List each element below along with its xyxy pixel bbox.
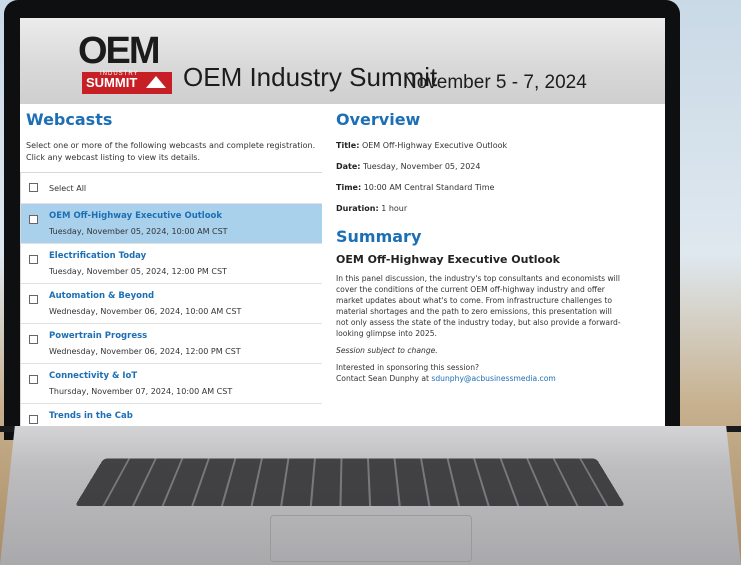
sponsor-email-link[interactable]: sdunphy@acbusinessmedia.com bbox=[431, 374, 555, 383]
webcast-checkbox[interactable] bbox=[29, 295, 38, 304]
sponsor-question: Interested in sponsoring this session? bbox=[336, 363, 480, 372]
summary-line: cover the conditions of the current OEM … bbox=[336, 285, 605, 294]
webcast-title[interactable]: OEM Off-Highway Executive Outlook bbox=[49, 211, 222, 222]
select-all-row[interactable]: Select All bbox=[21, 173, 322, 204]
webcast-list: Select All OEM Off-Highway Executive Out… bbox=[20, 172, 322, 426]
field-label: Title: bbox=[336, 141, 360, 150]
webcast-date: Tuesday, November 05, 2024, 12:00 PM CST bbox=[49, 267, 227, 276]
summary-line: looking glimpse into 2025. bbox=[336, 329, 437, 338]
session-note: Session subject to change. bbox=[336, 346, 438, 355]
summary-line: In this panel discussion, the industry's… bbox=[336, 274, 621, 283]
event-title: OEM Industry Summit bbox=[183, 62, 438, 92]
webcast-date: Wednesday, November 06, 2024, 12:00 PM C… bbox=[49, 347, 241, 356]
summary-body: In this panel discussion, the industry's… bbox=[336, 273, 665, 339]
webcast-row[interactable]: Automation & Beyond Wednesday, November … bbox=[21, 284, 322, 324]
overview-panel: Overview Title: OEM Off-Highway Executiv… bbox=[336, 110, 665, 384]
webcast-row[interactable]: OEM Off-Highway Executive Outlook Tuesda… bbox=[21, 204, 322, 244]
logo-summit-text: SUMMIT bbox=[86, 75, 138, 90]
laptop: OEM INDUSTRY SUMMIT OEM Industry Summit … bbox=[0, 0, 741, 565]
webcast-date: Thursday, November 07, 2024, 10:00 AM CS… bbox=[49, 387, 233, 396]
sponsor-prefix: Contact Sean Dunphy at bbox=[336, 374, 429, 383]
select-all-label: Select All bbox=[49, 184, 87, 193]
field-label: Time: bbox=[336, 183, 362, 192]
webcast-checkbox[interactable] bbox=[29, 415, 38, 424]
intro-line: Select one or more of the following webc… bbox=[26, 141, 316, 150]
trackpad bbox=[270, 515, 472, 562]
select-all-checkbox[interactable] bbox=[29, 183, 38, 192]
webcast-row[interactable]: Electrification Today Tuesday, November … bbox=[21, 244, 322, 284]
overview-date-field: Date: Tuesday, November 05, 2024 bbox=[336, 161, 665, 173]
summary-heading: Summary bbox=[336, 227, 422, 246]
webcast-date: Wednesday, November 06, 2024, 10:00 AM C… bbox=[49, 307, 242, 316]
overview-heading: Overview bbox=[336, 110, 421, 129]
logo-mark-icon bbox=[146, 76, 166, 88]
webcast-checkbox[interactable] bbox=[29, 375, 38, 384]
keyboard bbox=[74, 458, 626, 507]
webcast-checkbox[interactable] bbox=[29, 255, 38, 264]
webcasts-panel: Webcasts Select one or more of the follo… bbox=[20, 110, 322, 426]
logo-oem-text: OEM bbox=[78, 30, 161, 72]
summary-line: not only assess the state of the industr… bbox=[336, 318, 621, 327]
header-banner: OEM INDUSTRY SUMMIT OEM Industry Summit … bbox=[20, 18, 665, 104]
field-value: 1 hour bbox=[381, 204, 408, 213]
sponsor-block: Interested in sponsoring this session? C… bbox=[336, 362, 665, 384]
summary-line: material shortages and the path to zero … bbox=[336, 307, 612, 316]
webcast-title[interactable]: Automation & Beyond bbox=[49, 291, 154, 302]
webcast-checkbox[interactable] bbox=[29, 335, 38, 344]
summary-line: market updates about what's to come. Fro… bbox=[336, 296, 612, 305]
sponsor-contact: Contact Sean Dunphy at sdunphy@acbusines… bbox=[336, 373, 665, 384]
session-title: OEM Off-Highway Executive Outlook bbox=[336, 253, 560, 266]
overview-time-field: Time: 10:00 AM Central Standard Time bbox=[336, 182, 665, 194]
field-value: 10:00 AM Central Standard Time bbox=[363, 183, 495, 192]
webcast-row[interactable]: Trends in the Cab bbox=[21, 404, 322, 426]
screen: OEM INDUSTRY SUMMIT OEM Industry Summit … bbox=[20, 18, 665, 426]
webcast-title[interactable]: Powertrain Progress bbox=[49, 331, 147, 342]
overview-title-field: Title: OEM Off-Highway Executive Outlook bbox=[336, 140, 665, 152]
webcast-title[interactable]: Electrification Today bbox=[49, 251, 146, 262]
webcast-date: Tuesday, November 05, 2024, 10:00 AM CST bbox=[49, 227, 228, 236]
webcast-title[interactable]: Connectivity & IoT bbox=[49, 371, 137, 382]
field-value: OEM Off-Highway Executive Outlook bbox=[361, 141, 508, 150]
webcast-row[interactable]: Connectivity & IoT Thursday, November 07… bbox=[21, 364, 322, 404]
intro-line: Click any webcast listing to view its de… bbox=[26, 153, 201, 162]
webcast-row[interactable]: Powertrain Progress Wednesday, November … bbox=[21, 324, 322, 364]
webcast-title[interactable]: Trends in the Cab bbox=[49, 411, 133, 422]
webcasts-intro: Select one or more of the following webc… bbox=[26, 140, 322, 164]
summit-logo: OEM INDUSTRY SUMMIT bbox=[78, 32, 176, 96]
field-label: Duration: bbox=[336, 204, 379, 213]
field-label: Date: bbox=[336, 162, 361, 171]
webcasts-heading: Webcasts bbox=[26, 110, 113, 129]
event-dates: November 5 - 7, 2024 bbox=[403, 72, 587, 93]
webcast-checkbox[interactable] bbox=[29, 215, 38, 224]
overview-duration-field: Duration: 1 hour bbox=[336, 203, 665, 215]
field-value: Tuesday, November 05, 2024 bbox=[363, 162, 481, 171]
